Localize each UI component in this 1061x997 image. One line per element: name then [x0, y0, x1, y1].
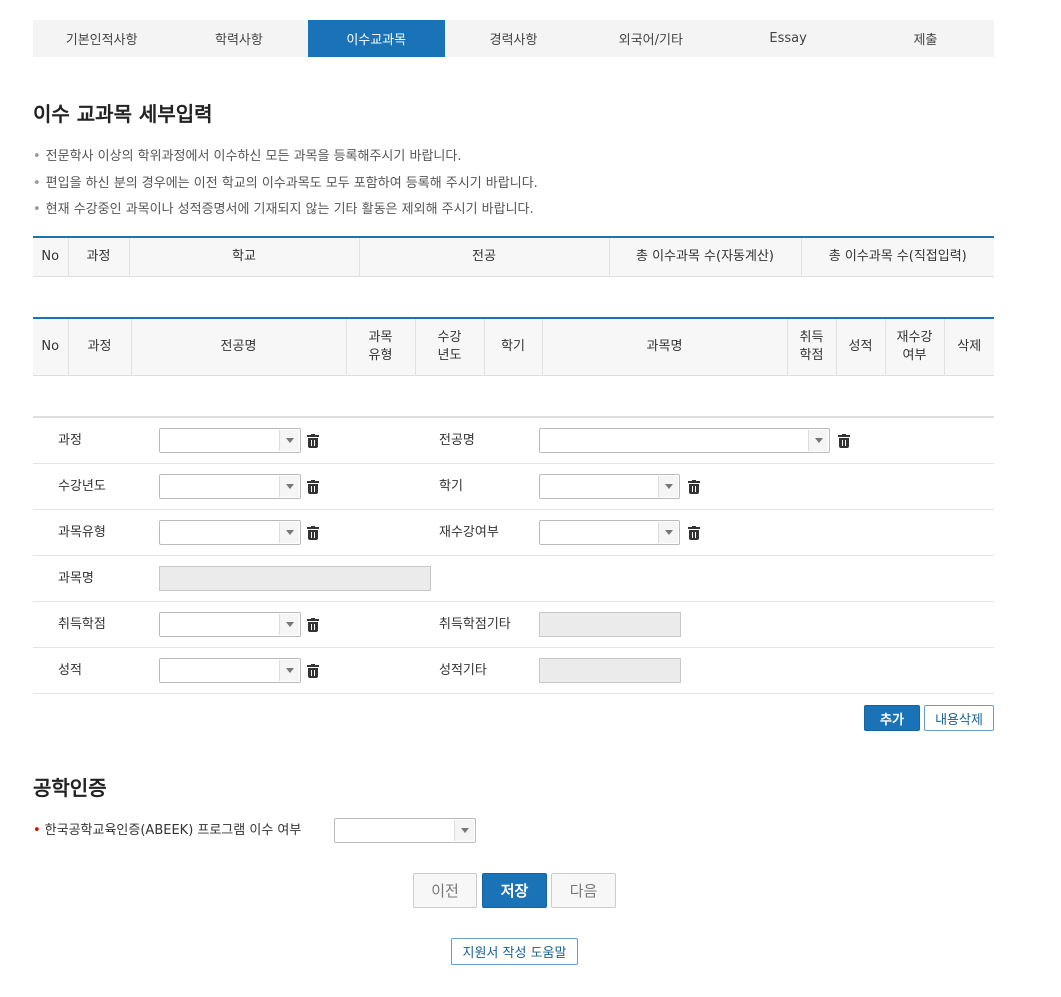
application-help-button[interactable]: 지원서 작성 도움말: [451, 938, 578, 965]
tab-submit[interactable]: 제출: [857, 20, 994, 57]
credit-label: 취득학점: [58, 617, 106, 632]
form-row: 성적 성적기타: [33, 648, 994, 694]
trash-icon[interactable]: [688, 526, 700, 540]
chevron-down-icon: [279, 522, 299, 543]
col-header-total-auto: 총 이수과목 수(자동계산): [608, 237, 801, 276]
section-title-courses: 이수 교과목 세부입력: [33, 102, 213, 126]
trash-icon[interactable]: [307, 434, 319, 448]
next-button[interactable]: 다음: [551, 873, 616, 908]
col-header-delete: 삭제: [943, 318, 994, 375]
col-header-major-name: 전공명: [130, 318, 346, 375]
trash-icon[interactable]: [307, 480, 319, 494]
course-input-form: 과정 전공명 수강년도 학기 과목유형 재수강여부 과목명 취득학점 취득학점기…: [33, 416, 994, 694]
col-header-school: 학교: [128, 237, 359, 276]
year-select[interactable]: [159, 474, 301, 499]
credit-select[interactable]: [159, 612, 301, 637]
abeek-field-label: • 한국공학교육인증(ABEEK) 프로그램 이수 여부: [33, 823, 302, 838]
grade-select[interactable]: [159, 658, 301, 683]
form-row: 과목명: [33, 556, 994, 602]
retake-select[interactable]: [539, 520, 680, 545]
grade-other-input[interactable]: [539, 658, 681, 683]
course-list-table: No 과정 전공명 과목 유형 수강 년도 학기 과목명 취득 학점 성적 재수강 여부…: [33, 317, 994, 376]
col-header-course: 과정: [67, 318, 131, 375]
trash-icon[interactable]: [307, 664, 319, 678]
major-name-select[interactable]: [539, 428, 830, 453]
education-summary-table: No 과정 학교 전공 총 이수과목 수(자동계산) 총 이수과목 수(직접입력…: [33, 236, 994, 277]
abeek-select[interactable]: [334, 818, 476, 843]
credit-other-label: 취득학점기타: [439, 617, 511, 632]
col-header-semester: 학기: [483, 318, 542, 375]
subject-name-label: 과목명: [58, 571, 94, 586]
col-header-grade: 성적: [835, 318, 885, 375]
grade-other-label: 성적기타: [439, 663, 487, 678]
subject-type-select[interactable]: [159, 520, 301, 545]
tab-essay[interactable]: Essay: [719, 20, 856, 57]
grade-label: 성적: [58, 663, 82, 678]
notice-item: • 현재 수강중인 과목이나 성적증명서에 기재되지 않는 기타 활동은 제외해 …: [33, 202, 534, 217]
notice-item: • 전문학사 이상의 학위과정에서 이수하신 모든 과목을 등록해주시기 바랍니다…: [33, 149, 462, 164]
chevron-down-icon: [658, 476, 678, 497]
year-label: 수강년도: [58, 479, 106, 494]
tab-personal-info[interactable]: 기본인적사항: [33, 20, 170, 57]
form-row: 취득학점 취득학점기타: [33, 602, 994, 648]
chevron-down-icon: [279, 660, 299, 681]
course-label: 과정: [58, 433, 82, 448]
tab-language-other[interactable]: 외국어/기타: [582, 20, 719, 57]
col-header-subject-type: 과목 유형: [345, 318, 415, 375]
section-title-engineering-cert: 공학인증: [33, 776, 107, 800]
major-name-label: 전공명: [439, 433, 475, 448]
subject-type-label: 과목유형: [58, 525, 106, 540]
col-header-year: 수강 년도: [414, 318, 484, 375]
trash-icon[interactable]: [307, 526, 319, 540]
col-header-credit: 취득 학점: [786, 318, 836, 375]
trash-icon[interactable]: [838, 434, 850, 448]
semester-label: 학기: [439, 479, 463, 494]
form-row: 과목유형 재수강여부: [33, 510, 994, 556]
tab-career[interactable]: 경력사항: [445, 20, 582, 57]
add-button[interactable]: 추가: [864, 705, 920, 731]
trash-icon[interactable]: [307, 618, 319, 632]
course-select[interactable]: [159, 428, 301, 453]
col-header-major: 전공: [358, 237, 609, 276]
col-header-total-manual: 총 이수과목 수(직접입력): [800, 237, 994, 276]
step-tabs: 기본인적사항 학력사항 이수교과목 경력사항 외국어/기타 Essay 제출: [33, 20, 994, 57]
retake-label: 재수강여부: [439, 525, 499, 540]
prev-button[interactable]: 이전: [413, 873, 477, 908]
col-header-retake: 재수강 여부: [884, 318, 944, 375]
chevron-down-icon: [454, 820, 474, 841]
chevron-down-icon: [279, 614, 299, 635]
clear-button[interactable]: 내용삭제: [924, 705, 994, 731]
chevron-down-icon: [808, 430, 828, 451]
form-row: 수강년도 학기: [33, 464, 994, 510]
chevron-down-icon: [279, 476, 299, 497]
chevron-down-icon: [658, 522, 678, 543]
col-header-subject-name: 과목명: [541, 318, 787, 375]
required-marker: •: [33, 823, 41, 838]
chevron-down-icon: [279, 430, 299, 451]
subject-name-input[interactable]: [159, 566, 431, 591]
trash-icon[interactable]: [688, 480, 700, 494]
save-button[interactable]: 저장: [482, 873, 547, 908]
col-header-no: No: [33, 318, 68, 375]
credit-other-input[interactable]: [539, 612, 681, 637]
col-header-course: 과정: [67, 237, 129, 276]
tab-courses[interactable]: 이수교과목: [307, 20, 445, 57]
notice-list: • 전문학사 이상의 학위과정에서 이수하신 모든 과목을 등록해주시기 바랍니다…: [33, 144, 538, 224]
notice-item: • 편입을 하신 분의 경우에는 이전 학교의 이수과목도 모두 포함하여 등록해…: [33, 175, 538, 191]
form-row: 과정 전공명: [33, 418, 994, 464]
semester-select[interactable]: [539, 474, 680, 499]
col-header-no: No: [33, 237, 68, 276]
tab-education[interactable]: 학력사항: [170, 20, 307, 57]
